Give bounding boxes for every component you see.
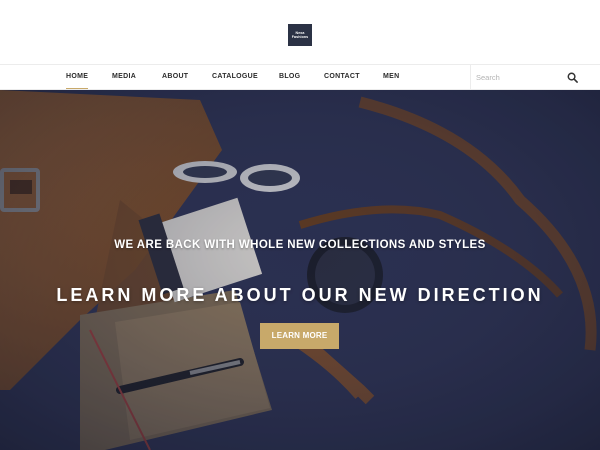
- nav-item-about[interactable]: ABOUT: [162, 65, 188, 89]
- nav-item-catalogue[interactable]: CATALOGUE: [212, 65, 258, 89]
- search-icon[interactable]: [567, 72, 578, 83]
- site-logo[interactable]: Nexa Fashions: [288, 24, 312, 46]
- search-box: [470, 65, 582, 89]
- site-header: Nexa Fashions: [0, 0, 600, 64]
- search-input[interactable]: [476, 68, 562, 86]
- hero-background-image: [0, 90, 600, 450]
- nav-item-blog[interactable]: BLOG: [279, 65, 300, 89]
- hero-banner: WE ARE BACK WITH WHOLE NEW COLLECTIONS A…: [0, 90, 600, 450]
- logo-line-2: Fashions: [291, 35, 309, 39]
- nav-item-media[interactable]: MEDIA: [112, 65, 136, 89]
- nav-item-men[interactable]: MEN: [383, 65, 399, 89]
- hero-subtitle: WE ARE BACK WITH WHOLE NEW COLLECTIONS A…: [114, 239, 486, 251]
- nav-item-home[interactable]: HOME: [66, 65, 89, 89]
- main-navigation: HOME MEDIA ABOUT CATALOGUE BLOG CONTACT …: [0, 64, 600, 90]
- learn-more-button[interactable]: LEARN MORE: [260, 323, 339, 349]
- nav-item-contact[interactable]: CONTACT: [324, 65, 360, 89]
- hero-title: LEARN MORE ABOUT OUR NEW DIRECTION: [56, 285, 544, 305]
